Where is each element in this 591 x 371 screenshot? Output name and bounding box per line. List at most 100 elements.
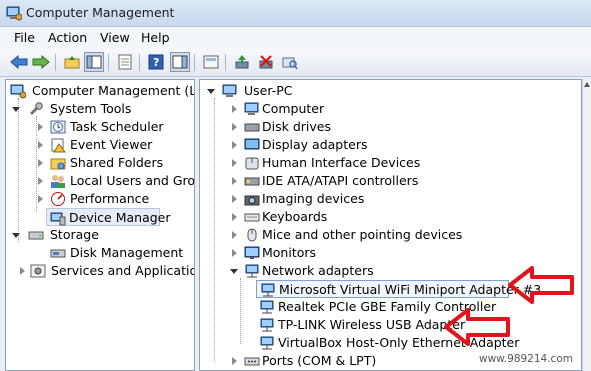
expand-arrow-icon[interactable] xyxy=(232,159,237,167)
tree-item-label: Computer xyxy=(262,101,325,116)
expand-arrow-icon[interactable] xyxy=(232,249,237,257)
tree-item-label: IDE ATA/ATAPI controllers xyxy=(262,173,419,188)
users-icon xyxy=(51,175,65,188)
tree-item-task-scheduler[interactable]: Task Scheduler xyxy=(8,118,194,136)
watermark: www.989214.com xyxy=(479,353,573,365)
tree-item-label: User-PC xyxy=(244,83,293,98)
tree-item-mice[interactable]: Mice and other pointing devices xyxy=(202,226,572,244)
tree-item-device-manager[interactable]: Device Manager xyxy=(46,208,171,226)
scan-hardware-button[interactable] xyxy=(280,52,300,72)
expand-arrow-icon[interactable] xyxy=(232,357,237,365)
expand-arrow-icon[interactable] xyxy=(232,195,237,203)
forward-button[interactable] xyxy=(31,52,51,72)
camera-icon xyxy=(244,195,260,206)
annotation-arrow-tp-link xyxy=(444,308,510,346)
expand-arrow-icon[interactable] xyxy=(232,231,237,239)
tree-item-system-tools[interactable]: System Tools xyxy=(8,100,194,118)
tree-item-virtualbox[interactable]: VirtualBox Host-Only Ethernet Adapter xyxy=(256,334,576,352)
annotation-arrow-wifi xyxy=(508,266,574,304)
tree-item-computer-management[interactable]: Computer Management (Local xyxy=(8,82,194,100)
tree-item-label: Disk Management xyxy=(70,245,184,260)
network-adapter-icon xyxy=(260,300,274,314)
expand-arrow-icon[interactable] xyxy=(38,141,43,149)
network-adapter-icon xyxy=(245,264,259,278)
tree-item-label: Network adapters xyxy=(262,263,374,278)
expand-arrow-icon[interactable] xyxy=(38,195,43,203)
vertical-scrollbar[interactable] xyxy=(582,79,591,371)
menu-file[interactable]: File xyxy=(14,30,35,45)
menu-view[interactable]: View xyxy=(100,30,130,45)
up-one-level-button[interactable] xyxy=(62,52,82,72)
tree-item-label: Monitors xyxy=(262,245,317,260)
console-tree-pane[interactable]: Computer Management (Local System Tools … xyxy=(5,79,195,371)
tree-item-label: Imaging devices xyxy=(262,191,365,206)
expand-arrow-icon[interactable] xyxy=(38,123,43,131)
expand-arrow-icon[interactable] xyxy=(232,123,237,131)
ide-controller-icon xyxy=(244,177,260,186)
tree-item-imaging[interactable]: Imaging devices xyxy=(202,190,572,208)
tree-item-ide[interactable]: IDE ATA/ATAPI controllers xyxy=(202,172,572,190)
tree-item-disk-management[interactable]: Disk Management xyxy=(8,244,194,262)
expand-arrow-icon[interactable] xyxy=(12,107,20,112)
expand-arrow-icon[interactable] xyxy=(232,141,237,149)
show-hide-console-tree-button[interactable] xyxy=(84,52,104,72)
back-arrow-icon xyxy=(10,55,28,69)
keyboard-icon xyxy=(244,213,260,222)
computer-icon xyxy=(222,84,237,97)
services-icon xyxy=(30,264,46,278)
device-tree-pane[interactable]: User-PC Computer Disk drives Display ada… xyxy=(199,79,582,371)
menu-action[interactable]: Action xyxy=(48,30,87,45)
tree-item-shared-folders[interactable]: Shared Folders xyxy=(8,154,194,172)
tree-item-label: Services and Applications xyxy=(51,263,194,278)
tree-item-label: Human Interface Devices xyxy=(262,155,421,170)
uninstall-button[interactable] xyxy=(256,52,276,72)
expand-arrow-icon[interactable] xyxy=(232,105,237,113)
tree-item-disk-drives[interactable]: Disk drives xyxy=(202,118,572,136)
menu-help[interactable]: Help xyxy=(141,30,170,45)
expand-arrow-icon[interactable] xyxy=(207,89,215,94)
toolbar-view-button[interactable] xyxy=(201,52,221,72)
update-driver-button[interactable] xyxy=(232,52,252,72)
properties-button[interactable] xyxy=(115,52,135,72)
network-adapter-icon xyxy=(260,318,274,332)
window-title: Computer Management xyxy=(26,5,175,20)
expand-arrow-icon[interactable] xyxy=(12,233,20,238)
tree-item-keyboards[interactable]: Keyboards xyxy=(202,208,572,226)
show-hide-action-pane-button[interactable] xyxy=(170,52,190,72)
console-tree-icon xyxy=(86,55,102,69)
expand-arrow-icon[interactable] xyxy=(232,177,237,185)
title-bar: Computer Management xyxy=(0,0,591,27)
clock-icon xyxy=(50,120,66,134)
back-button[interactable] xyxy=(9,52,29,72)
scroll-up-arrow-icon[interactable] xyxy=(584,82,590,87)
uninstall-icon xyxy=(259,55,273,69)
tree-item-display-adapters[interactable]: Display adapters xyxy=(202,136,572,154)
tree-item-label: Storage xyxy=(50,227,99,242)
tree-item-microsoft-virtual-wifi[interactable]: Microsoft Virtual WiFi Miniport Adapter … xyxy=(256,280,541,298)
help-icon: ? xyxy=(148,54,164,70)
tree-item-computer[interactable]: Computer xyxy=(202,100,572,118)
expand-arrow-icon[interactable] xyxy=(232,213,237,221)
action-pane-icon xyxy=(172,55,188,69)
tree-item-local-users[interactable]: Local Users and Groups xyxy=(8,172,194,190)
view-icon xyxy=(203,55,219,69)
expand-arrow-icon[interactable] xyxy=(38,177,43,185)
tree-item-performance[interactable]: Performance xyxy=(8,190,194,208)
scan-hardware-icon xyxy=(282,57,298,70)
disk-management-icon xyxy=(50,249,66,258)
expand-arrow-icon[interactable] xyxy=(230,269,238,274)
tree-item-services-applications[interactable]: Services and Applications xyxy=(8,262,194,280)
expand-arrow-icon[interactable] xyxy=(38,159,43,167)
tree-item-monitors[interactable]: Monitors xyxy=(202,244,572,262)
tree-item-event-viewer[interactable]: Event Viewer xyxy=(8,136,194,154)
tree-item-hid[interactable]: Human Interface Devices xyxy=(202,154,572,172)
expand-arrow-icon[interactable] xyxy=(20,267,25,275)
tree-item-label: Microsoft Virtual WiFi Miniport Adapter … xyxy=(279,282,542,297)
tree-item-storage[interactable]: Storage xyxy=(8,226,194,244)
tree-item-label: Display adapters xyxy=(262,137,368,152)
computer-icon xyxy=(244,102,259,115)
tree-item-user-pc[interactable]: User-PC xyxy=(202,82,572,100)
tree-item-label: Mice and other pointing devices xyxy=(262,227,463,242)
help-button[interactable]: ? xyxy=(146,52,166,72)
tree-item-label: Task Scheduler xyxy=(70,119,164,134)
